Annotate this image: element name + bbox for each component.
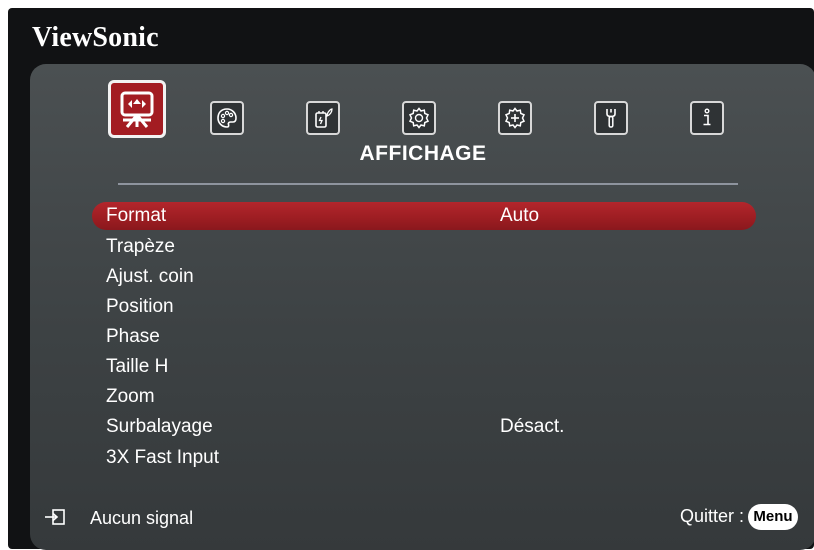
signal-status: Aucun signal [90, 508, 194, 528]
menu-item-label: Trapèze [106, 236, 175, 257]
power-eco-icon [315, 108, 333, 128]
settings-gear-icon [408, 107, 430, 129]
menu-item-label: Phase [106, 326, 160, 347]
display-icon [120, 91, 154, 128]
advanced-gear-icon [504, 107, 526, 129]
tab-settings[interactable] [402, 101, 436, 135]
menu-panel: AFFICHAGE Format Auto Trapèze Ajust. coi… [30, 64, 814, 550]
tab-power[interactable] [306, 101, 340, 135]
exit-label: Quitter : [679, 506, 744, 526]
tab-color[interactable] [210, 101, 244, 135]
menu-item-label: Zoom [106, 386, 155, 407]
menu-item-3x-fast-input[interactable]: 3X Fast Input [92, 444, 756, 472]
brand-logo: ViewSonic [32, 22, 159, 53]
tab-info[interactable] [690, 101, 724, 135]
wrench-icon [606, 109, 616, 128]
tab-service[interactable] [594, 101, 628, 135]
menu-item-phase[interactable]: Phase [92, 323, 756, 351]
menu-item-taille-h[interactable]: Taille H [92, 353, 756, 381]
palette-icon [217, 108, 237, 128]
menu-item-zoom[interactable]: Zoom [92, 383, 756, 411]
menu-item-label: Format [106, 205, 167, 226]
menu-button[interactable]: Menu [748, 504, 798, 530]
divider [118, 183, 738, 185]
menu-item-ajust-coin[interactable]: Ajust. coin [92, 263, 756, 291]
menu-item-label: Taille H [106, 356, 169, 377]
tab-display[interactable] [108, 80, 166, 138]
menu-item-value: Auto [500, 205, 540, 226]
input-source-icon [45, 509, 65, 525]
menu-item-label: 3X Fast Input [106, 447, 220, 468]
menu-item-format[interactable]: Format Auto [92, 202, 756, 230]
menu-item-position[interactable]: Position [92, 293, 756, 321]
menu-item-label: Position [106, 296, 174, 317]
menu-item-label: Ajust. coin [106, 266, 194, 287]
tab-bar [30, 64, 814, 144]
menu-item-surbalayage[interactable]: Surbalayage Désact. [92, 413, 756, 441]
menu-item-value: Désact. [500, 416, 565, 437]
menu-item-label: Surbalayage [106, 416, 213, 437]
section-title: AFFICHAGE [359, 142, 487, 165]
menu-item-trapeze[interactable]: Trapèze [92, 233, 756, 261]
tab-advanced[interactable] [498, 101, 532, 135]
osd-window: ViewSonic AFFICHAGE Format Auto Trapèze … [8, 8, 814, 550]
info-icon [703, 108, 711, 126]
